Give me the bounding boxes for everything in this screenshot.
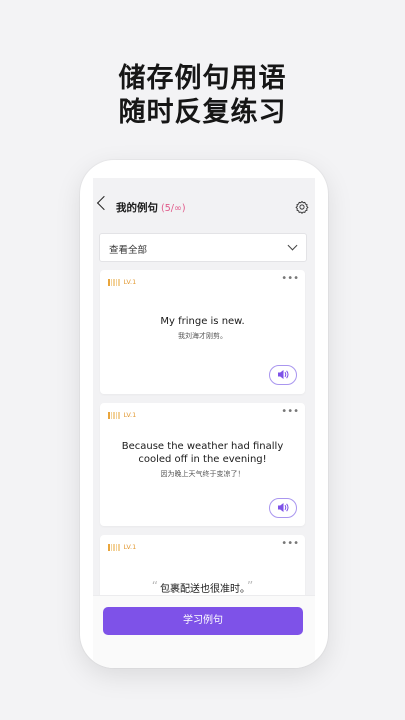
filter-dropdown[interactable]: 查看全部 xyxy=(99,233,307,262)
more-options-button[interactable]: ••• xyxy=(281,273,299,284)
level-bars-icon xyxy=(108,278,120,286)
close-quote-icon: ” xyxy=(247,579,254,593)
level-badge: LV.1 xyxy=(108,277,136,287)
level-label: LV.1 xyxy=(123,543,137,551)
filter-selected-value: 查看全部 xyxy=(109,245,148,256)
app-screen: 我的例句 (5/∞) 查看全部 LV.1 ••• My fringe is new… xyxy=(93,178,315,668)
level-bars-icon xyxy=(108,411,120,419)
sentence-chinese: 因为晚上天气终于变凉了！ xyxy=(160,470,245,478)
chevron-left-icon[interactable] xyxy=(96,195,112,211)
bottom-bar: 学习例句 xyxy=(93,595,315,668)
sentence-english: Because the weather had finally cooled o… xyxy=(121,441,284,465)
promo-headline-line1: 储存例句用语 xyxy=(118,63,287,94)
page-title-text: 我的例句 xyxy=(116,202,158,214)
level-badge: LV.1 xyxy=(108,542,136,552)
level-bars-icon xyxy=(108,543,120,551)
speaker-icon xyxy=(278,503,289,512)
sentence-card[interactable]: LV.1 ••• Because the weather had finally… xyxy=(100,403,305,526)
sentence-card[interactable]: LV.1 ••• My fringe is new. 我刘海才刚剪。 xyxy=(100,270,305,394)
sentence-chinese-text: 包裹配送也很准时。 xyxy=(160,584,245,595)
sentence-chinese: “包裹配送也很准时。” xyxy=(110,579,295,595)
phone-mockup: 我的例句 (5/∞) 查看全部 LV.1 ••• My fringe is new… xyxy=(80,160,328,668)
top-bar: 我的例句 (5/∞) xyxy=(93,178,315,224)
play-audio-button[interactable] xyxy=(269,498,297,518)
chevron-down-icon xyxy=(287,240,298,251)
open-quote-icon: “ xyxy=(151,579,158,593)
play-audio-button[interactable] xyxy=(269,365,297,385)
more-options-button[interactable]: ••• xyxy=(281,538,299,549)
sentence-chinese: 我刘海才刚剪。 xyxy=(178,332,227,340)
study-sentences-button[interactable]: 学习例句 xyxy=(103,607,303,635)
speaker-icon xyxy=(278,370,289,379)
promo-headline-line2: 随时反复练习 xyxy=(118,97,287,128)
page-title: 我的例句 (5/∞) xyxy=(116,200,186,215)
more-options-button[interactable]: ••• xyxy=(281,406,299,417)
promo-headline: 储存例句用语 随时反复练习 xyxy=(0,62,405,130)
level-label: LV.1 xyxy=(123,278,137,286)
gear-icon[interactable] xyxy=(295,200,309,214)
level-label: LV.1 xyxy=(123,411,137,419)
sentence-english: My fringe is new. xyxy=(160,316,245,327)
level-badge: LV.1 xyxy=(108,410,136,420)
sentence-count: (5/∞) xyxy=(161,203,186,214)
